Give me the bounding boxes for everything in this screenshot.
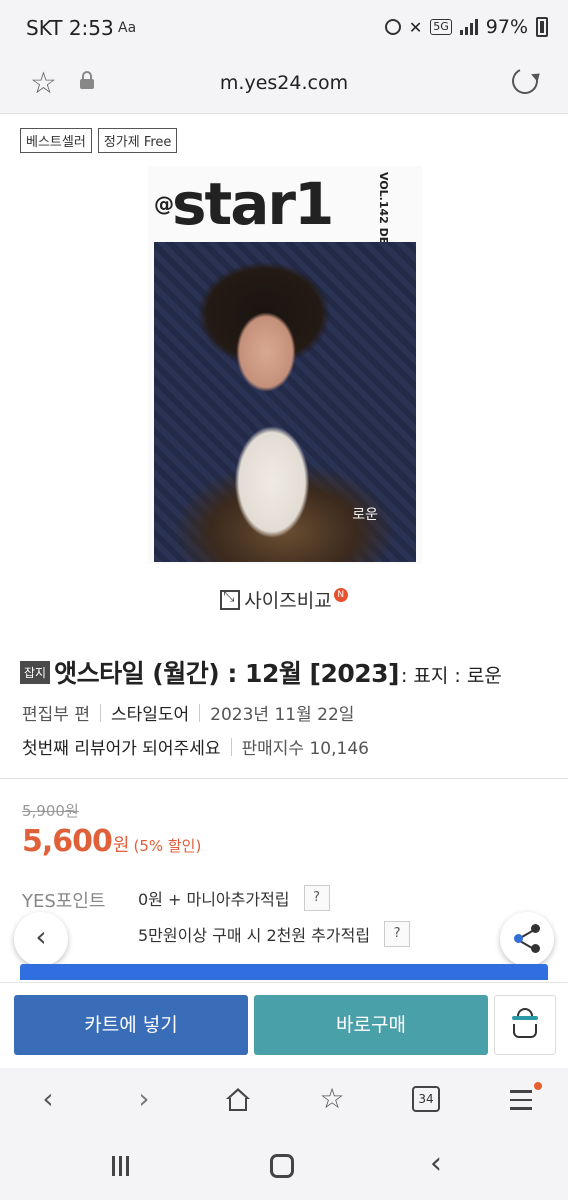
browser-toolbar: ‹ › ☆ 34 <box>0 1068 568 1136</box>
font-indicator-icon: Aa <box>118 20 137 36</box>
magazine-volume: VOL.142 DECEMBER 2023 <box>362 172 392 330</box>
url-text[interactable]: m.yes24.com <box>0 72 568 94</box>
sale-price-block: 5,600원 (5% 할인) <box>22 824 201 859</box>
system-home-button[interactable] <box>270 1154 294 1178</box>
promo-strip <box>20 964 548 980</box>
home-icon <box>226 1088 250 1111</box>
magazine-logo: @ star1 <box>154 170 334 238</box>
points-row-2: 5만원이상 구매 시 2천원 추가적립 ? <box>138 921 411 947</box>
gift-button[interactable] <box>494 995 556 1055</box>
share-float-button[interactable] <box>500 912 554 966</box>
chevron-left-icon: ‹ <box>430 1146 442 1181</box>
publisher[interactable]: 스타일도어 <box>111 700 189 725</box>
status-icons: ✕ 5G 97% <box>384 16 548 38</box>
discount-rate: (5% 할인) <box>133 837 202 855</box>
original-price: 5,900원 <box>22 802 79 820</box>
review-prompt-link[interactable]: 첫번째 리뷰어가 되어주세요 <box>22 734 221 759</box>
product-title: 앳스타일 (월간) : 12월 [2023] <box>54 659 399 688</box>
publish-date: 2023년 11월 22일 <box>210 705 355 725</box>
chevron-right-icon: › <box>138 1082 150 1115</box>
cover-model-name: 로운 <box>352 507 378 523</box>
browser-url-bar: ☆ m.yes24.com <box>0 58 568 114</box>
purchase-action-bar: 카트에 넣기 바로구매 <box>0 982 568 1066</box>
chevron-left-icon: ‹ <box>35 920 47 953</box>
editor[interactable]: 편집부 편 <box>22 700 90 725</box>
share-icon <box>514 934 523 943</box>
product-title-block: 잡지 앳스타일 (월간) : 12월 [2023]: 표지 : 로운 <box>20 654 550 690</box>
alarm-icon <box>384 19 401 35</box>
mute-icon: ✕ <box>408 17 423 37</box>
browser-forward-button[interactable]: › <box>126 1082 162 1118</box>
tag-price-free: 정가제 Free <box>97 128 178 153</box>
browser-tabs-button[interactable]: 34 <box>406 1082 446 1118</box>
battery-icon <box>536 17 548 37</box>
back-float-button[interactable]: ‹ <box>14 912 68 966</box>
browser-bookmarks-button[interactable]: ☆ <box>312 1082 352 1118</box>
gift-icon <box>512 1016 538 1020</box>
status-time: SKT 2:53 <box>26 16 114 40</box>
points-label: YES포인트 <box>22 891 106 912</box>
points-help-button-2[interactable]: ? <box>384 921 411 947</box>
browser-home-button[interactable] <box>218 1082 258 1118</box>
recents-button[interactable] <box>112 1156 134 1176</box>
cover-photo: 로운 <box>154 242 416 562</box>
tabs-icon: 34 <box>412 1086 440 1112</box>
points-help-button-1[interactable]: ? <box>303 885 330 911</box>
buy-now-button[interactable]: 바로구매 <box>254 995 488 1055</box>
size-compare-label: 사이즈비교 <box>244 590 332 612</box>
resize-icon <box>220 589 241 610</box>
battery-percent: 97% <box>485 16 528 38</box>
menu-icon <box>510 1090 532 1116</box>
browser-back-button[interactable]: ‹ <box>30 1082 66 1118</box>
divider <box>0 778 568 779</box>
size-compare-link[interactable]: 사이즈비교N <box>0 586 568 613</box>
product-review-meta: 첫번째 리뷰어가 되어주세요 판매지수 10,146 <box>22 734 369 759</box>
network-icon: 5G <box>430 19 452 35</box>
signal-icon <box>459 19 478 35</box>
system-nav-bar: ‹ <box>0 1136 568 1200</box>
new-badge: N <box>333 588 348 602</box>
sale-price: 5,600 <box>22 824 113 859</box>
currency: 원 <box>112 835 130 856</box>
add-to-cart-button[interactable]: 카트에 넣기 <box>14 995 248 1055</box>
chevron-left-icon: ‹ <box>42 1082 54 1115</box>
points-row-1: 0원 + 마니아추가적립 ? <box>138 885 330 911</box>
status-bar: SKT 2:53 Aa ✕ 5G 97% <box>0 0 568 58</box>
bookmarks-star-icon: ☆ <box>319 1082 345 1115</box>
product-tags: 베스트셀러 정가제 Free <box>20 128 178 153</box>
category-badge: 잡지 <box>20 661 51 684</box>
browser-menu-button[interactable] <box>502 1082 542 1118</box>
tag-bestseller: 베스트셀러 <box>20 128 92 153</box>
product-subtitle: : 표지 : 로운 <box>400 665 502 687</box>
product-cover-image[interactable]: @ star1 VOL.142 DECEMBER 2023 로운 <box>148 166 422 564</box>
sales-index: 판매지수 10,146 <box>241 739 369 759</box>
notification-dot <box>534 1082 542 1090</box>
system-back-button[interactable]: ‹ <box>430 1146 442 1181</box>
product-meta: 편집부 편 스타일도어 2023년 11월 22일 <box>22 700 354 725</box>
